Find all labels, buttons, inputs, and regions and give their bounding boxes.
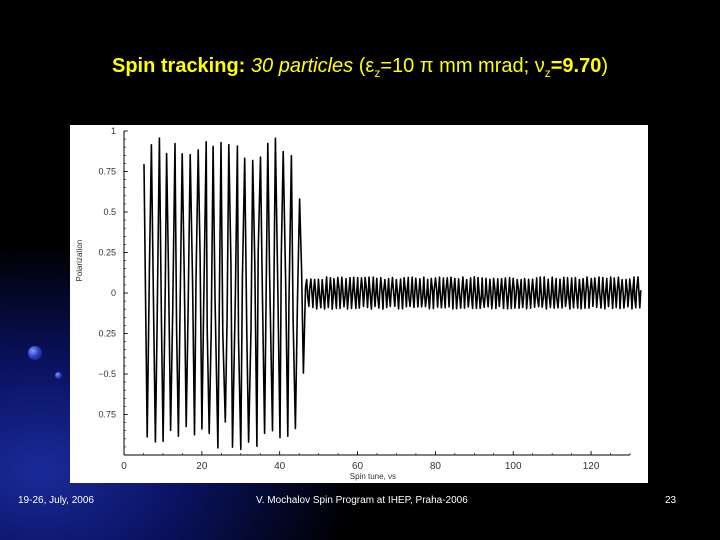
y-axis-label: Polarization xyxy=(75,240,84,282)
y-tick-label: 0.25 xyxy=(98,248,116,258)
x-tick-label: 80 xyxy=(430,461,442,472)
title-particles: 30 particles xyxy=(250,55,354,77)
plot-panel: 1 0.75 0.5 0.25 0 0.25 −0.5 0.75 0 20 40 60 80 100 120… xyxy=(70,125,648,483)
footer-date: 19-26, July, 2006 xyxy=(18,495,94,506)
slide-title: Spin tracking: 30 particles (εz=10 π mm … xyxy=(0,55,720,80)
decorative-orb-small xyxy=(55,372,62,379)
y-tick-label: 0 xyxy=(111,288,116,298)
title-tune: =9.70 xyxy=(550,55,602,77)
x-tick-label: 20 xyxy=(196,461,208,472)
footer-page-number: 23 xyxy=(665,495,677,506)
y-tick-label: 0.25 xyxy=(98,329,116,339)
x-axis-label: Spin tune, νs xyxy=(350,472,396,481)
title-paren-close: ) xyxy=(601,55,609,77)
title-epsilon: ε xyxy=(365,55,375,77)
y-tick-label: 0.5 xyxy=(103,207,116,217)
title-nu: ν xyxy=(534,55,545,77)
y-tick-label: −0.5 xyxy=(98,369,116,379)
y-tick-label: 0.75 xyxy=(98,410,116,420)
title-strong: Spin tracking: xyxy=(111,55,246,77)
title-emittance: =10 π mm mrad; xyxy=(380,55,535,77)
x-tick-label: 120 xyxy=(583,461,600,472)
x-tick-label: 40 xyxy=(274,461,286,472)
x-tick-label: 60 xyxy=(352,461,364,472)
polarization-series-line xyxy=(143,137,642,451)
footer-center: V. Mochalov Spin Program at IHEP, Praha-… xyxy=(256,495,468,506)
x-tick-label: 100 xyxy=(505,461,522,472)
title-paren-open: ( xyxy=(353,55,366,77)
y-tick-label: 0.75 xyxy=(98,167,116,177)
decorative-orb xyxy=(28,346,42,360)
polarization-chart: 1 0.75 0.5 0.25 0 0.25 −0.5 0.75 0 20 40 60 80 100 120… xyxy=(75,126,642,481)
y-tick-label: 1 xyxy=(111,126,116,136)
x-tick-label: 0 xyxy=(121,461,127,472)
